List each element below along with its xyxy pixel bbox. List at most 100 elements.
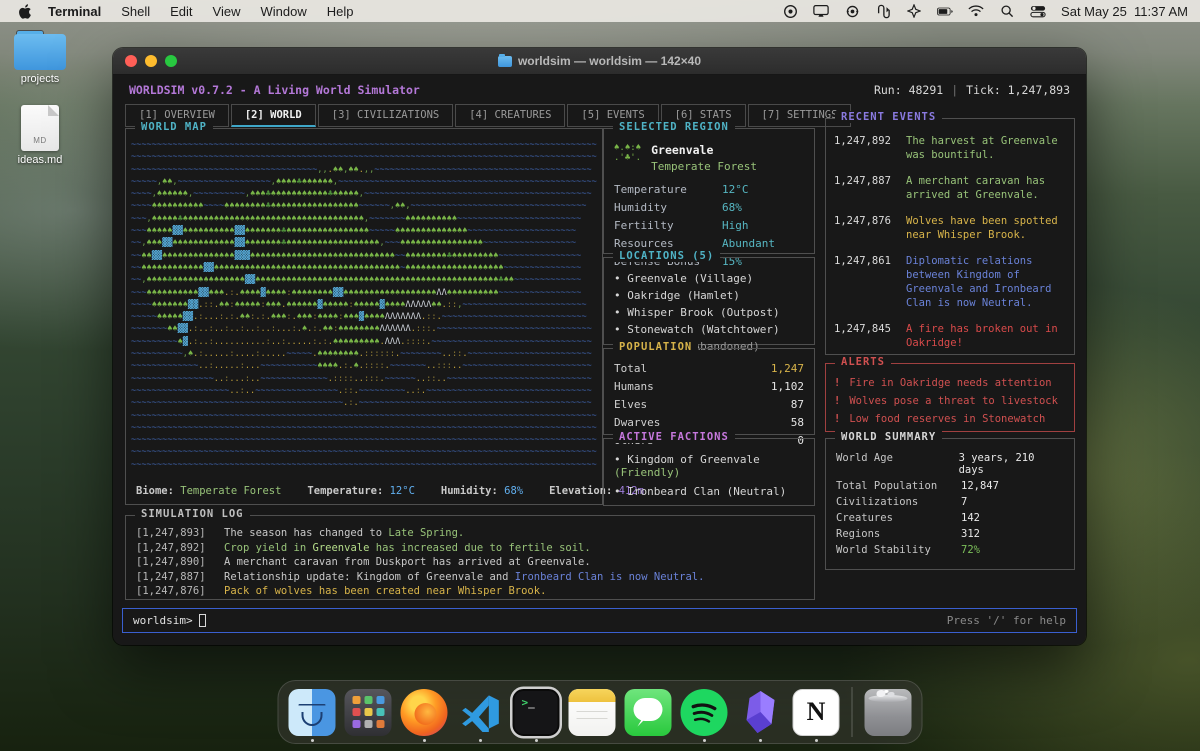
location-item: • Greenvale (Village) [614, 272, 806, 285]
dock-item-terminal[interactable]: >_ [513, 689, 560, 736]
search-icon[interactable] [999, 4, 1015, 18]
screen-record-icon[interactable] [782, 4, 798, 18]
desktop-icon-ideas-md[interactable]: MD ideas.md [2, 105, 78, 166]
folder-icon [14, 30, 66, 70]
alert-item: !Fire in Oakridge needs attention [834, 375, 1066, 391]
selected-region-title: SELECTED REGION [613, 121, 735, 133]
locations-panel: LOCATIONS (5) • Greenvale (Village)• Oak… [603, 257, 815, 345]
tab-creatures[interactable]: [4] CREATURES [455, 104, 565, 127]
close-button[interactable] [125, 55, 137, 67]
messages-icon [625, 689, 672, 736]
menu-item-window[interactable]: Window [251, 4, 317, 19]
event-item: 1,247,887A merchant caravan has arrived … [834, 174, 1066, 202]
dock-item-launchpad[interactable] [345, 689, 392, 736]
dock-item-messages[interactable] [625, 689, 672, 736]
menu-item-view[interactable]: View [203, 4, 251, 19]
ascii-world-map[interactable]: ~~~~~~~~~~~~~~~~~~~~~~~~~~~~~~~~~~~~~~~~… [131, 139, 597, 471]
world-summary-row: World Age3 years, 210 days [836, 452, 1064, 476]
running-indicator [535, 739, 538, 742]
dock-item-notion[interactable]: N [793, 689, 840, 736]
world-summary-rows: World Age3 years, 210 days Total Populati… [826, 452, 1074, 556]
alerts-title: ALERTS [835, 356, 891, 368]
command-bar[interactable]: worldsim> Press '/' for help [122, 608, 1077, 633]
wifi-icon[interactable] [968, 4, 984, 18]
region-stat-row: Humidity68% [614, 201, 804, 214]
log-line: [1,247,892]Crop yield in Greenvale has i… [136, 541, 804, 556]
recent-events-list: 1,247,892The harvest at Greenvale was bo… [826, 134, 1074, 350]
faction-item: • Kingdom of Greenvale (Friendly) [614, 453, 806, 479]
event-item: 1,247,845A fire has broken out in Oakrid… [834, 322, 1066, 350]
faction-item: • Ironbeard Clan (Neutral) [614, 485, 806, 498]
alert-item: !Low food reserves in Stonewatch [834, 411, 1066, 427]
camera-icon[interactable] [844, 4, 860, 18]
running-indicator [759, 739, 762, 742]
factions-panel: ACTIVE FACTIONS • Kingdom of Greenvale (… [603, 438, 815, 506]
text-cursor [199, 614, 206, 627]
simulation-log-panel: SIMULATION LOG [1,247,893]The season has… [125, 515, 815, 600]
menu-item-shell[interactable]: Shell [111, 4, 160, 19]
region-name: Greenvale [651, 143, 757, 157]
dock-item-trash[interactable] [865, 689, 912, 736]
world-summary-row: World Stability72% [836, 544, 1064, 556]
zoom-button[interactable] [165, 55, 177, 67]
firefox-icon [401, 689, 448, 736]
app-title: WORLDSIM v0.7.2 - A Living World Simulat… [129, 83, 420, 97]
launchpad-icon [345, 689, 392, 736]
world-summary-row: Total Population12,847 [836, 480, 1064, 492]
dock-separator [852, 687, 853, 737]
location-icon[interactable] [906, 4, 922, 18]
vscode-icon [457, 689, 504, 736]
window-title: worldsim — worldsim — 142×40 [498, 54, 701, 68]
menu-clock[interactable]: Sat May 25 11:37 AM [1061, 4, 1188, 19]
battery-icon[interactable] [937, 4, 953, 18]
apple-menu-icon[interactable] [18, 4, 32, 19]
menu-item-edit[interactable]: Edit [160, 4, 202, 19]
alerts-list: !Fire in Oakridge needs attention!Wolves… [826, 375, 1074, 427]
locations-title: LOCATIONS (5) [613, 250, 720, 262]
event-item: 1,247,861Diplomatic relations between Ki… [834, 254, 1066, 310]
shortcuts-icon[interactable] [875, 4, 891, 18]
region-biome: Temperate Forest [651, 160, 757, 173]
running-indicator [311, 739, 314, 742]
markdown-file-icon: MD [21, 105, 59, 151]
finder-icon [289, 689, 336, 736]
command-help-hint: Press '/' for help [947, 614, 1066, 627]
alerts-panel: ALERTS !Fire in Oakridge needs attention… [825, 363, 1075, 432]
log-line: [1,247,876]Pack of wolves has been creat… [136, 584, 804, 599]
simulation-log-title: SIMULATION LOG [135, 508, 250, 520]
map-status-temperature: Temperature: 12°C [307, 485, 414, 497]
terminal-window: worldsim — worldsim — 142×40 WORLDSIM v0… [113, 48, 1086, 645]
world-summary-row: Civilizations7 [836, 496, 1064, 508]
population-panel: POPULATION Total1,247Humans1,102Elves87D… [603, 348, 815, 435]
menu-item-terminal[interactable]: Terminal [38, 4, 111, 19]
dock-item-finder[interactable] [289, 689, 336, 736]
region-biome-icon: ♠.♠:♠ .'♣'. [614, 143, 641, 173]
running-indicator [479, 739, 482, 742]
window-title-bar[interactable]: worldsim — worldsim — 142×40 [113, 48, 1086, 75]
event-item: 1,247,876Wolves have been spotted near W… [834, 214, 1066, 242]
command-prompt: worldsim> [133, 614, 193, 627]
dock-item-notes[interactable] [569, 689, 616, 736]
map-status-biome: Biome: Temperate Forest [136, 485, 281, 497]
menu-item-help[interactable]: Help [317, 4, 364, 19]
dock-item-vscode[interactable] [457, 689, 504, 736]
factions-list: • Kingdom of Greenvale (Friendly) • Ironb… [604, 453, 814, 498]
location-item: • Whisper Brook (Outpost) [614, 306, 806, 319]
recent-events-title: RECENT EVENTS [835, 111, 942, 123]
dock-item-firefox[interactable] [401, 689, 448, 736]
trash-icon [865, 689, 912, 736]
desktop-icon-projects[interactable]: projects [2, 30, 78, 85]
display-icon[interactable] [813, 4, 829, 18]
log-line: [1,247,887]Relationship update: Kingdom … [136, 570, 804, 585]
tab-civilizations[interactable]: [3] CIVILIZATIONS [318, 104, 453, 127]
control-center-icon[interactable] [1030, 4, 1046, 18]
world-summary-row: Regions312 [836, 528, 1064, 540]
tab-bar: [1] OVERVIEW[2] WORLD[3] CIVILIZATIONS[4… [125, 104, 853, 127]
recent-events-panel: RECENT EVENTS 1,247,892The harvest at Gr… [825, 118, 1075, 355]
minimize-button[interactable] [145, 55, 157, 67]
dock: >_ N [278, 680, 923, 744]
dock-item-obsidian[interactable] [737, 689, 784, 736]
simulation-log-lines: [1,247,893]The season has changed to Lat… [126, 526, 814, 599]
dock-item-spotify[interactable] [681, 689, 728, 736]
tab-world[interactable]: [2] WORLD [231, 104, 316, 127]
